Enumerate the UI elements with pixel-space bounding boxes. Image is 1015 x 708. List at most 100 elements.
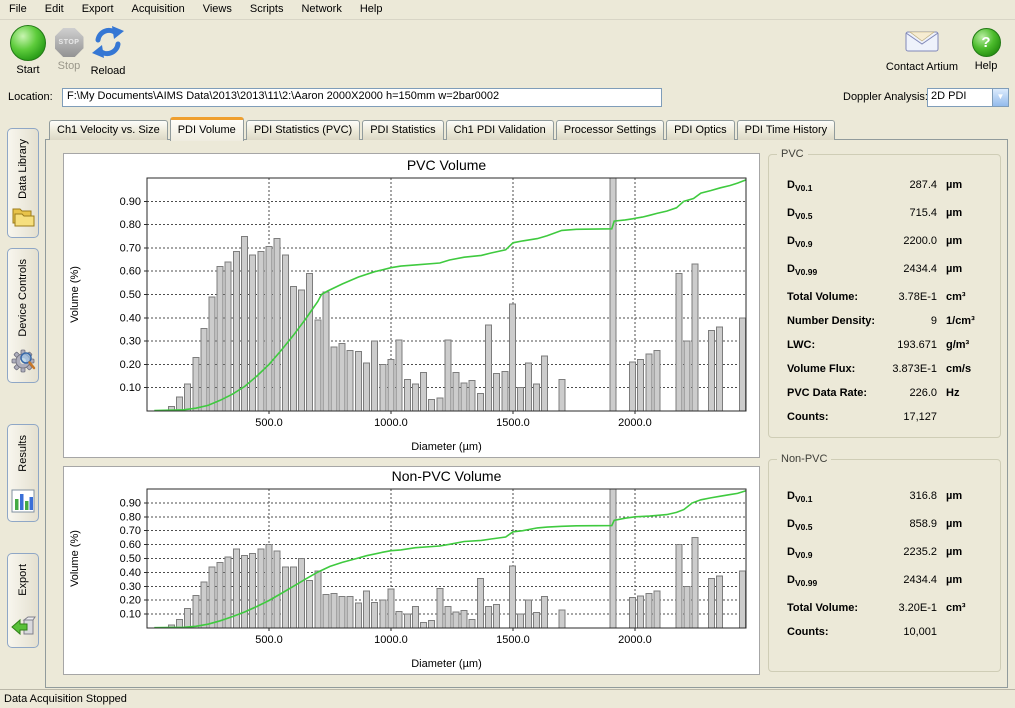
svg-text:0.70: 0.70	[120, 242, 141, 254]
stat-unit: 1/cm³	[946, 315, 990, 327]
stat-unit: cm³	[946, 602, 990, 614]
stat-value: 10,001	[875, 626, 937, 638]
svg-text:1500.0: 1500.0	[496, 417, 530, 429]
pvc-volume-chart: 0.100.200.300.400.500.600.700.800.90500.…	[64, 154, 759, 457]
help-button-label: Help	[975, 60, 998, 72]
stat-row-d-v0-9: DV0.92200.0µm	[769, 235, 1000, 263]
help-button[interactable]: ? Help	[968, 25, 1004, 72]
stat-row-total-volume: Total Volume:3.78E-1cm³	[769, 291, 1000, 315]
contact-artium-button[interactable]: Contact Artium	[878, 25, 966, 73]
svg-text:0.50: 0.50	[120, 553, 141, 565]
menu-item-edit[interactable]: Edit	[36, 1, 73, 18]
menu-item-scripts[interactable]: Scripts	[241, 1, 293, 18]
stat-label: PVC Data Rate:	[787, 387, 867, 399]
stat-unit: µm	[946, 490, 990, 502]
stat-label: Volume Flux:	[787, 363, 855, 375]
tab-processor-settings[interactable]: Processor Settings	[556, 120, 664, 140]
stat-label-main: D	[787, 207, 795, 219]
stat-value: 17,127	[875, 411, 937, 423]
start-button-label: Start	[16, 64, 39, 76]
svg-text:Non-PVC Volume: Non-PVC Volume	[392, 468, 502, 484]
sidebar-item-data-library[interactable]: Data Library	[7, 128, 39, 238]
stat-label-main: D	[787, 574, 795, 586]
stat-label: DV0.5	[787, 207, 812, 221]
stat-value: 287.4	[875, 179, 937, 191]
menu-item-file[interactable]: File	[0, 1, 36, 18]
stat-label: Total Volume:	[787, 291, 858, 303]
stat-unit: µm	[946, 546, 990, 558]
chevron-down-icon[interactable]: ▼	[992, 89, 1008, 106]
menu-item-help[interactable]: Help	[351, 1, 392, 18]
help-icon: ?	[972, 28, 1001, 57]
location-row: Location: F:\My Documents\AIMS Data\2013…	[0, 86, 1015, 111]
stat-unit: µm	[946, 207, 990, 219]
svg-text:0.10: 0.10	[120, 382, 141, 394]
stat-label-main: D	[787, 235, 795, 247]
stat-label-subscript: V0.9	[795, 550, 813, 560]
menu-item-acquisition[interactable]: Acquisition	[123, 1, 194, 18]
menu-item-network[interactable]: Network	[292, 1, 350, 18]
sidebar-item-results[interactable]: Results	[7, 424, 39, 522]
stat-label-main: Counts:	[787, 626, 829, 638]
tab-strip: Ch1 Velocity vs. SizePDI VolumePDI Stati…	[49, 117, 837, 140]
tab-page-pdi-volume: 0.100.200.300.400.500.600.700.800.90500.…	[45, 139, 1008, 688]
folder-icon	[10, 205, 36, 232]
stat-unit: µm	[946, 574, 990, 586]
stat-row-volume-flux: Volume Flux:3.873E-1cm/s	[769, 363, 1000, 387]
doppler-analysis-label: Doppler Analysis:	[843, 91, 928, 103]
stop-icon-text: STOP	[59, 39, 80, 46]
reload-button[interactable]: Reload	[84, 25, 132, 77]
svg-text:Volume (%): Volume (%)	[69, 530, 81, 587]
stat-row-counts: Counts: 10,001	[769, 626, 1000, 650]
reload-icon	[91, 25, 125, 62]
svg-text:500.0: 500.0	[255, 634, 283, 646]
svg-text:0.70: 0.70	[120, 525, 141, 537]
contact-artium-button-label: Contact Artium	[886, 61, 958, 73]
svg-text:2000.0: 2000.0	[618, 634, 652, 646]
start-icon	[10, 25, 46, 61]
stat-unit: Hz	[946, 387, 990, 399]
start-button[interactable]: Start	[8, 25, 48, 76]
stat-label-subscript: V0.1	[795, 183, 813, 193]
reload-button-label: Reload	[91, 65, 126, 77]
stat-label-subscript: V0.1	[795, 494, 813, 504]
svg-text:0.60: 0.60	[120, 266, 141, 278]
doppler-analysis-select[interactable]: 2D PDI ▼	[927, 88, 1009, 107]
stop-button[interactable]: STOPStop	[50, 25, 88, 72]
svg-text:2000.0: 2000.0	[618, 417, 652, 429]
sidebar-item-export[interactable]: Export	[7, 553, 39, 648]
stat-row-d-v0-99: DV0.992434.4µm	[769, 263, 1000, 291]
stat-label: DV0.99	[787, 263, 817, 277]
tab-ch1-pdi-validation[interactable]: Ch1 PDI Validation	[446, 120, 554, 140]
stat-label-subscript: V0.99	[795, 578, 817, 588]
tab-pdi-volume[interactable]: PDI Volume	[170, 117, 244, 141]
location-value: F:\My Documents\AIMS Data\2013\2013\11\2…	[67, 90, 499, 102]
svg-text:0.20: 0.20	[120, 595, 141, 607]
stat-unit: µm	[946, 263, 990, 275]
stat-label-subscript: V0.5	[795, 522, 813, 532]
svg-text:0.30: 0.30	[120, 336, 141, 348]
stat-label: DV0.1	[787, 179, 812, 193]
stat-label: DV0.1	[787, 490, 812, 504]
sidebar-item-device-controls[interactable]: Device Controls	[7, 248, 39, 383]
tab-pdi-optics[interactable]: PDI Optics	[666, 120, 735, 140]
mail-icon	[903, 25, 941, 58]
stat-label-main: D	[787, 518, 795, 530]
svg-text:1000.0: 1000.0	[374, 417, 408, 429]
toolbar: Start STOPStopReload Contact Artium? Help	[0, 20, 1015, 85]
sidebar: Data Library Device Controls Results Export	[0, 111, 45, 690]
tab-ch1-velocity-vs-size[interactable]: Ch1 Velocity vs. Size	[49, 120, 168, 140]
location-input[interactable]: F:\My Documents\AIMS Data\2013\2013\11\2…	[62, 88, 662, 107]
status-bar: Data Acquisition Stopped	[0, 689, 1015, 708]
export-icon	[10, 615, 36, 642]
menu-item-export[interactable]: Export	[73, 1, 123, 18]
stat-label: Counts:	[787, 411, 829, 423]
tab-pdi-statistics[interactable]: PDI Statistics	[362, 120, 443, 140]
menu-item-views[interactable]: Views	[194, 1, 241, 18]
svg-text:0.30: 0.30	[120, 581, 141, 593]
stat-value: 2200.0	[875, 235, 937, 247]
tab-pdi-time-history[interactable]: PDI Time History	[737, 120, 836, 140]
stat-label-main: Volume Flux:	[787, 363, 855, 375]
tab-pdi-statistics-pvc[interactable]: PDI Statistics (PVC)	[246, 120, 360, 140]
stat-label-main: Counts:	[787, 411, 829, 423]
